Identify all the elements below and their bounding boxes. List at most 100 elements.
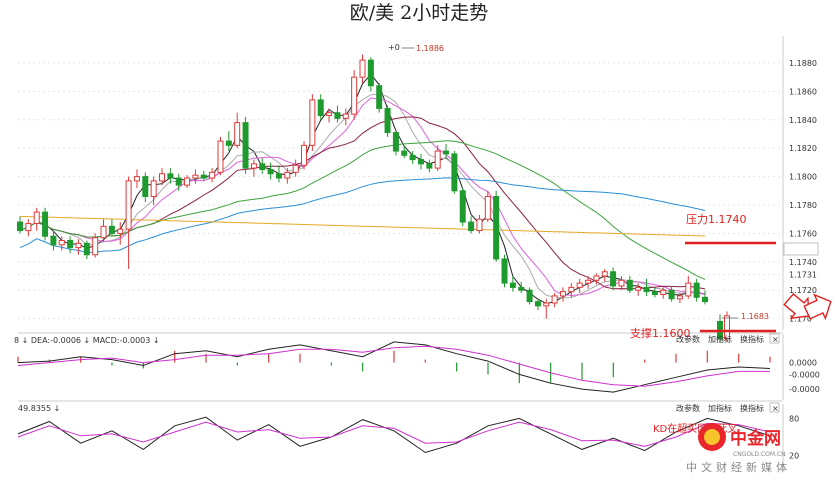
candle — [593, 275, 600, 281]
candle — [509, 282, 516, 288]
candle — [676, 295, 683, 300]
watermark-brand: 中金网 — [730, 428, 781, 449]
candle — [309, 99, 316, 146]
candle — [192, 174, 199, 179]
candle — [451, 153, 458, 192]
ma-line-magenta — [19, 97, 706, 296]
candle — [117, 228, 124, 234]
macd-histogram — [17, 350, 771, 384]
moving-average-lines — [19, 73, 706, 305]
close-icon[interactable]: × — [772, 335, 779, 344]
macd-lines — [17, 341, 771, 393]
candle — [167, 173, 174, 179]
edit-params-button[interactable]: 改参数 — [676, 403, 700, 413]
candle — [384, 107, 391, 134]
candle — [284, 171, 291, 179]
price-y-tick: 1.1840 — [789, 116, 817, 125]
resistance-label: 压力1.1740 — [686, 213, 747, 226]
candle — [217, 140, 224, 173]
price-gridlines — [18, 62, 783, 320]
candle — [635, 286, 642, 291]
candle — [501, 258, 508, 284]
candle — [351, 76, 358, 115]
close-icon[interactable]: × — [772, 404, 779, 413]
candle — [326, 112, 333, 117]
candle — [443, 150, 450, 155]
macd-y-tick: -0.0000 — [789, 385, 820, 394]
resistance-annotation: 压力1.1740 — [685, 213, 776, 245]
candle — [42, 211, 49, 237]
kdj-y-tick: 80 — [789, 414, 799, 423]
price-y-tick-labels: 1.1880 1.1860 1.1840 1.1820 1.1800 1.1780 1.17… — [789, 59, 817, 324]
candle — [643, 286, 650, 293]
candle — [685, 282, 692, 297]
candle — [651, 291, 658, 295]
candle — [668, 289, 675, 300]
candle — [493, 195, 500, 260]
candle — [250, 163, 257, 169]
macd-y-ticks: 0.0000 -0.0000 -0.0000 — [789, 359, 820, 395]
candle — [434, 150, 441, 169]
kdj-toolbar: 改参数 加指标 换指标 × — [676, 402, 780, 413]
candle — [58, 240, 65, 246]
price-y-tick: 1.1731 — [789, 271, 817, 280]
candle — [576, 282, 583, 288]
candle — [359, 59, 366, 78]
candle — [585, 279, 592, 284]
kdj-y-ticks: 80 20 — [789, 414, 799, 460]
add-indicator-button[interactable]: 加指标 — [708, 403, 732, 413]
candle — [242, 122, 249, 169]
price-y-tick: 1.1780 — [789, 201, 817, 210]
candle — [660, 289, 667, 295]
candle — [342, 113, 349, 119]
candle — [468, 221, 475, 232]
candle — [225, 140, 232, 146]
svg-text:+0: +0 — [388, 43, 400, 52]
current-price-tag — [783, 242, 819, 256]
candle — [693, 282, 700, 298]
candle — [275, 173, 282, 179]
ma-line-black — [19, 73, 706, 305]
watermark-slogan: 中文财经新媒体 — [686, 460, 791, 474]
candle — [543, 302, 550, 307]
candle — [401, 150, 408, 156]
candle — [626, 279, 633, 291]
add-indicator-button[interactable]: 加指标 — [708, 334, 732, 344]
chart-canvas: 1.1880 1.1860 1.1840 1.1820 1.1800 1.1780 1.17… — [14, 36, 832, 474]
ma-line-gray — [19, 93, 706, 299]
candle — [133, 176, 140, 182]
candle — [526, 289, 533, 303]
candle — [334, 112, 341, 119]
candle — [25, 222, 32, 232]
candle — [75, 242, 82, 249]
low-marker-label: 1.1683 — [741, 312, 769, 321]
macd-y-tick: -0.0000 — [789, 370, 820, 379]
candle — [534, 301, 541, 307]
candle — [108, 225, 115, 234]
high-marker-label: 1.1886 — [416, 44, 444, 53]
candle — [702, 296, 708, 303]
switch-indicator-button[interactable]: 换指标 — [740, 403, 764, 413]
candle — [67, 240, 74, 249]
candle — [409, 154, 416, 161]
macd-header: 8 ↓ DEA:-0.0006 ↓ MACD:-0.0003 ↓ — [14, 336, 160, 345]
macd-toolbar: 改参数 加指标 换指标 × — [676, 333, 780, 344]
kdj-y-tick: 20 — [789, 452, 799, 461]
candle — [267, 169, 274, 175]
candle — [17, 221, 23, 232]
candle — [234, 122, 241, 146]
candle — [184, 177, 191, 186]
edit-params-button[interactable]: 改参数 — [676, 334, 700, 344]
candle — [568, 286, 575, 293]
switch-indicator-button[interactable]: 换指标 — [740, 334, 764, 344]
candle — [292, 164, 299, 173]
candle — [559, 291, 566, 297]
candle — [392, 132, 399, 152]
candlestick-series — [17, 54, 730, 343]
ma-line-darkred — [19, 116, 706, 290]
candle — [259, 163, 266, 171]
panel-frames — [18, 36, 784, 470]
candle — [33, 211, 40, 224]
candle — [200, 174, 207, 179]
candle — [209, 171, 216, 179]
